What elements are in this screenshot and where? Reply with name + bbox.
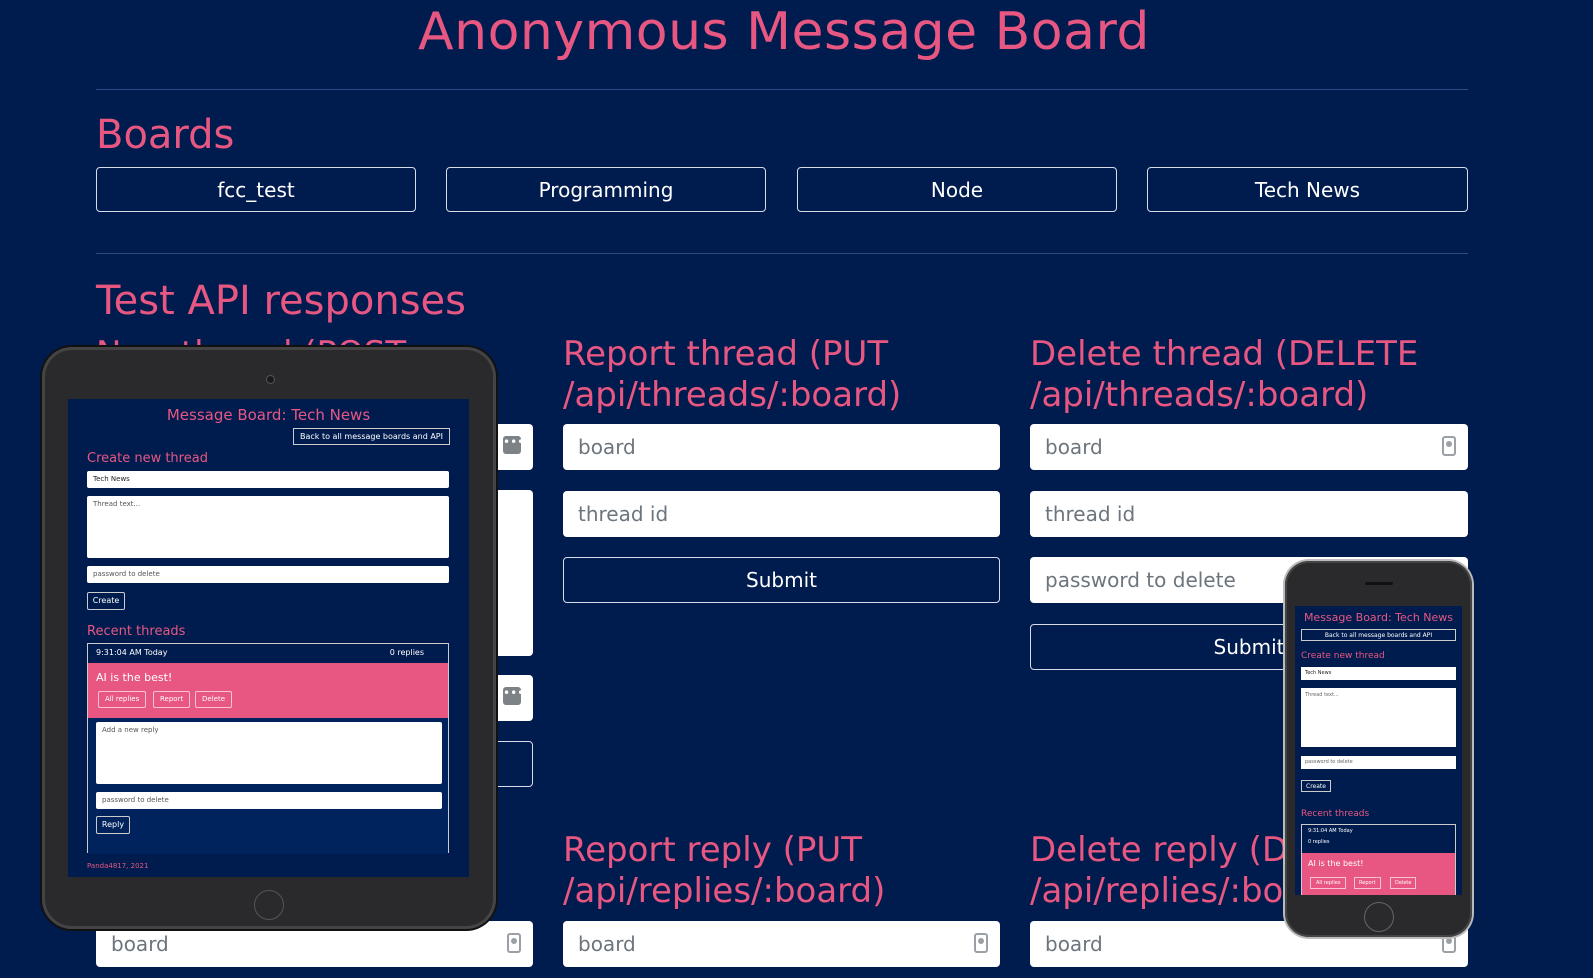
new-reply-board-placeholder: board xyxy=(111,932,169,956)
divider xyxy=(96,89,1468,90)
board-button-programming[interactable]: Programming xyxy=(446,167,766,212)
create-thread-heading: Create new thread xyxy=(87,451,208,466)
report-reply-heading-line2: /api/replies/:board) xyxy=(563,871,886,911)
home-button-icon xyxy=(254,890,284,920)
report-thread-board-input[interactable]: board xyxy=(563,424,1000,470)
report-button[interactable]: Report xyxy=(1354,877,1381,889)
home-button-icon xyxy=(1364,902,1394,932)
reply-form: Add a new reply password to delete Reply xyxy=(88,718,448,854)
password-input[interactable]: password to delete xyxy=(87,566,449,583)
delete-thread-id-input[interactable]: thread id xyxy=(1030,491,1468,537)
delete-thread-board-placeholder: board xyxy=(1045,435,1103,459)
thread-replies-count: 0 replies xyxy=(389,648,424,657)
thread-card: 9:31:04 AM Today 0 replies AI is the bes… xyxy=(1301,824,1456,895)
test-api-heading: Test API responses xyxy=(96,278,466,324)
create-button[interactable]: Create xyxy=(87,592,125,610)
recent-threads-heading: Recent threads xyxy=(1301,809,1370,819)
create-thread-heading: Create new thread xyxy=(1301,651,1385,661)
reply-password-input[interactable]: password to delete xyxy=(96,792,442,809)
thread-replies-count: 0 replies xyxy=(1308,839,1330,845)
password-manager-icon: ••• xyxy=(503,687,524,705)
reply-button[interactable]: Reply xyxy=(96,816,130,834)
delete-reply-heading-line2: /api/replies/:boa xyxy=(1030,871,1305,911)
footer-credit: Panda4817, 2021 xyxy=(87,862,149,870)
reply-text-input[interactable]: Add a new reply xyxy=(96,722,442,784)
delete-reply-board-placeholder: board xyxy=(1045,932,1103,956)
back-link-button[interactable]: Back to all message boards and API xyxy=(1301,629,1456,641)
all-replies-button[interactable]: All replies xyxy=(1310,877,1347,889)
report-thread-heading-line2: /api/threads/:board) xyxy=(563,375,902,415)
back-link-button[interactable]: Back to all message boards and API xyxy=(293,428,450,445)
delete-button[interactable]: Delete xyxy=(195,691,232,708)
board-button-fcc-test[interactable]: fcc_test xyxy=(96,167,416,212)
thread-header: 9:31:04 AM Today 0 replies xyxy=(88,644,448,662)
board-button-tech-news[interactable]: Tech News xyxy=(1147,167,1468,212)
thread-card: 9:31:04 AM Today 0 replies AI is the bes… xyxy=(87,643,449,854)
tablet-mockup: Message Board: Tech News Back to all mes… xyxy=(42,347,496,929)
phone-screen: Message Board: Tech News Back to all mes… xyxy=(1295,606,1462,895)
delete-thread-heading-line2: /api/threads/:board) xyxy=(1030,375,1369,415)
contact-card-icon xyxy=(974,933,988,953)
delete-thread-board-input[interactable]: board xyxy=(1030,424,1468,470)
report-reply-board-input[interactable]: board xyxy=(563,921,1000,967)
delete-reply-heading: Delete reply (DE /api/replies/:boa xyxy=(1030,830,1310,912)
report-button[interactable]: Report xyxy=(153,691,191,708)
thread-time: 9:31:04 AM Today xyxy=(1308,828,1353,834)
report-thread-heading: Report thread (PUT /api/threads/:board) xyxy=(563,334,901,416)
all-replies-button[interactable]: All replies xyxy=(98,691,147,708)
camera-icon xyxy=(266,375,275,384)
report-thread-id-input[interactable]: thread id xyxy=(563,491,1000,537)
contact-card-icon xyxy=(1442,436,1456,456)
speaker-icon xyxy=(1365,582,1393,585)
thread-text: AI is the best! xyxy=(1308,859,1364,868)
delete-thread-heading: Delete thread (DELETE /api/threads/:boar… xyxy=(1030,334,1418,416)
report-thread-submit-button[interactable]: Submit xyxy=(563,557,1000,603)
create-button[interactable]: Create xyxy=(1301,780,1331,792)
thread-body: AI is the best! All replies Report Delet… xyxy=(88,663,448,718)
phone-mockup: Message Board: Tech News Back to all mes… xyxy=(1285,561,1472,937)
page-title: Anonymous Message Board xyxy=(418,2,1150,62)
delete-thread-heading-line1: Delete thread (DELETE xyxy=(1030,334,1419,374)
tablet-screen: Message Board: Tech News Back to all mes… xyxy=(68,399,469,877)
board-input[interactable]: Tech News xyxy=(1301,667,1456,680)
delete-reply-heading-line1: Delete reply (DE xyxy=(1030,830,1310,870)
thread-time: 9:31:04 AM Today xyxy=(96,648,168,657)
contact-card-icon xyxy=(507,933,521,953)
thread-text-input[interactable]: Thread text... xyxy=(87,496,449,558)
board-input[interactable]: Tech News xyxy=(87,471,449,488)
report-thread-heading-line1: Report thread (PUT xyxy=(563,334,889,374)
divider xyxy=(96,253,1468,254)
thread-body: AI is the best! All replies Report Delet… xyxy=(1302,853,1455,895)
thread-text-input[interactable]: Thread text... xyxy=(1301,688,1456,747)
tablet-title: Message Board: Tech News xyxy=(166,406,371,424)
report-reply-heading: Report reply (PUT /api/replies/:board) xyxy=(563,830,885,912)
report-reply-heading-line1: Report reply (PUT xyxy=(563,830,863,870)
password-manager-icon: ••• xyxy=(503,436,524,454)
boards-heading: Boards xyxy=(96,112,235,158)
password-input[interactable]: password to delete xyxy=(1301,756,1456,769)
thread-text: AI is the best! xyxy=(96,671,173,684)
recent-threads-heading: Recent threads xyxy=(87,624,186,639)
board-button-node[interactable]: Node xyxy=(797,167,1117,212)
report-reply-board-placeholder: board xyxy=(578,932,636,956)
delete-button[interactable]: Delete xyxy=(1390,877,1417,889)
phone-title: Message Board: Tech News xyxy=(1303,611,1454,624)
